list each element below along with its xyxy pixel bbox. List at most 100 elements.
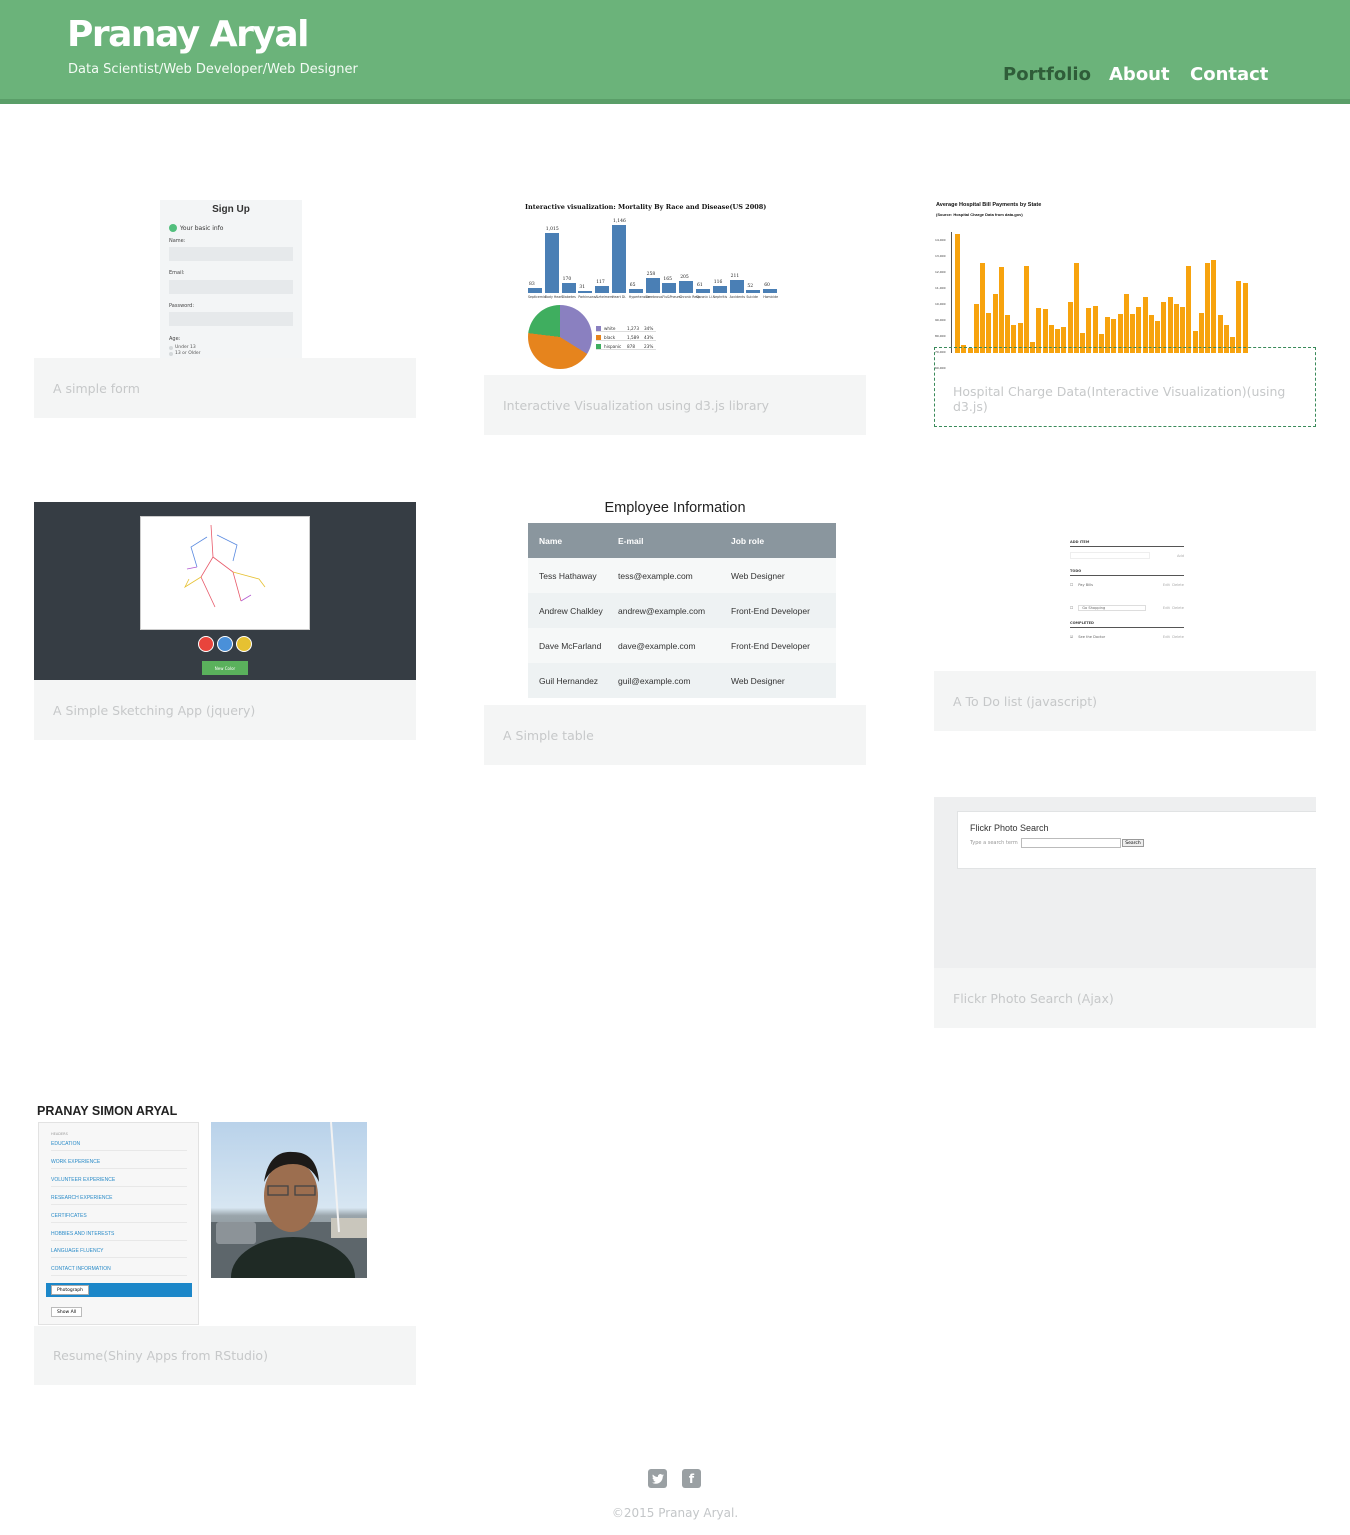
hospital-bar[interactable] <box>1173 303 1179 353</box>
edit-button[interactable]: Edit <box>1163 635 1170 639</box>
mortality-bar[interactable] <box>729 280 744 293</box>
portfolio-card-sketch[interactable]: New Color A Simple Sketching App (jquery… <box>34 502 416 740</box>
mortality-bar[interactable] <box>696 289 710 293</box>
resume-link-certificates[interactable]: CERTIFICATES <box>51 1213 187 1223</box>
hospital-bar[interactable] <box>1092 305 1098 353</box>
mortality-value-label: 60 <box>764 283 770 289</box>
age-radio-13plus[interactable]: 13 or Older <box>169 351 200 356</box>
add-item-row: Add <box>1070 550 1184 561</box>
hospital-bar[interactable] <box>1242 283 1248 353</box>
portfolio-card-mortality[interactable]: Interactive visualization: Mortality By … <box>484 200 866 435</box>
age-label: Age: <box>169 336 181 342</box>
mortality-bar[interactable] <box>662 283 677 293</box>
card-caption[interactable]: A Simple table <box>484 705 866 765</box>
portfolio-card-flickr[interactable]: Flickr Photo Search Type a search term S… <box>934 797 1316 1028</box>
hospital-bar[interactable] <box>980 263 985 353</box>
resume-link-volunteer[interactable]: VOLUNTEER EXPERIENCE <box>51 1177 187 1187</box>
delete-button[interactable]: Delete <box>1172 606 1184 610</box>
facebook-icon[interactable]: f <box>682 1469 701 1488</box>
photograph-select[interactable]: Photograph <box>46 1283 192 1297</box>
mortality-bar[interactable] <box>578 291 593 293</box>
sketch-canvas[interactable] <box>140 516 310 630</box>
resume-link-research[interactable]: RESEARCH EXPERIENCE <box>51 1195 187 1205</box>
list-item: ☑ See the Doctor Edit Delete <box>1070 634 1184 639</box>
twitter-icon[interactable] <box>648 1469 667 1488</box>
mortality-bar[interactable] <box>628 289 643 293</box>
mortality-bar[interactable] <box>528 288 542 293</box>
resume-link-hobbies[interactable]: HOBBIES AND INTERESTS <box>51 1231 187 1241</box>
site-title[interactable]: Pranay Aryal <box>67 14 309 55</box>
portfolio-card-form[interactable]: Sign Up Your basic info Name: Email: Pas… <box>34 200 416 418</box>
yellow-color-swatch[interactable] <box>236 636 252 652</box>
card-caption[interactable]: Hospital Charge Data(Interactive Visuali… <box>934 370 1316 427</box>
portfolio-card-hospital[interactable]: Average Hospital Bill Payments by State … <box>934 200 1316 427</box>
table-row: Guil Hernandez guil@example.com Web Desi… <box>528 663 836 698</box>
hospital-subtitle: (Source: Hospital Charge Data from data.… <box>936 212 1023 217</box>
card-caption[interactable]: Resume(Shiny Apps from RStudio) <box>34 1326 416 1385</box>
portfolio-card-table[interactable]: Employee Information Name E-mail Job rol… <box>484 500 866 765</box>
email-field[interactable] <box>169 280 293 294</box>
mortality-value-label: 170 <box>562 276 572 282</box>
age-radio-under13[interactable]: Under 13 <box>169 345 196 350</box>
hospital-bar[interactable] <box>1167 296 1173 353</box>
todo-heading: TODO <box>1070 569 1184 576</box>
flickr-search-button[interactable]: Search <box>1122 839 1144 847</box>
hospital-bar[interactable] <box>973 303 979 353</box>
hospital-bar[interactable] <box>1073 263 1079 353</box>
resume-link-education[interactable]: EDUCATION <box>51 1141 187 1151</box>
photograph-option[interactable]: Photograph <box>51 1285 90 1295</box>
hospital-bar[interactable] <box>1205 263 1210 353</box>
mortality-bar[interactable] <box>645 277 660 293</box>
card-caption[interactable]: A simple form <box>34 358 416 418</box>
portfolio-card-todo[interactable]: ADD ITEM Add TODO ☐ Pay Bills Edit Delete … <box>934 502 1316 731</box>
resume-link-work[interactable]: WORK EXPERIENCE <box>51 1159 187 1169</box>
card-caption[interactable]: Flickr Photo Search (Ajax) <box>934 968 1316 1028</box>
hospital-bar[interactable] <box>955 234 960 353</box>
password-field[interactable] <box>169 312 293 326</box>
hospital-bar[interactable] <box>1023 266 1029 353</box>
mortality-bar[interactable] <box>612 225 626 293</box>
delete-button[interactable]: Delete <box>1172 635 1184 639</box>
show-all-button[interactable]: Show All <box>51 1307 83 1317</box>
hospital-bar[interactable] <box>1067 301 1073 353</box>
card-caption[interactable]: A Simple Sketching App (jquery) <box>34 680 416 740</box>
hospital-bar[interactable] <box>1142 296 1148 353</box>
hospital-bar[interactable] <box>1123 293 1129 353</box>
new-color-button[interactable]: New Color <box>202 661 248 675</box>
blue-color-swatch[interactable] <box>217 636 233 652</box>
resume-link-language[interactable]: LANGUAGE FLUENCY <box>51 1248 187 1258</box>
edit-button[interactable]: Edit <box>1163 606 1170 610</box>
mortality-bar[interactable] <box>595 286 610 293</box>
mortality-bar[interactable] <box>561 282 576 293</box>
name-field[interactable] <box>169 247 293 261</box>
add-item-input[interactable] <box>1070 552 1150 559</box>
mortality-bar[interactable] <box>763 289 778 293</box>
hospital-bar[interactable] <box>1186 266 1192 353</box>
mortality-bar[interactable] <box>544 232 559 293</box>
hospital-bar[interactable] <box>992 293 998 353</box>
table-title: Employee Information <box>604 500 746 516</box>
signup-step: Your basic info <box>169 224 223 232</box>
card-caption[interactable]: A To Do list (javascript) <box>934 671 1316 731</box>
headers-label: HEADERS <box>51 1132 68 1136</box>
hospital-bar[interactable] <box>1211 260 1217 353</box>
red-color-swatch[interactable] <box>198 636 214 652</box>
nav-contact[interactable]: Contact <box>1190 64 1268 85</box>
delete-button[interactable]: Delete <box>1172 583 1184 587</box>
nav-portfolio[interactable]: Portfolio <box>1003 64 1091 85</box>
card-caption[interactable]: Interactive Visualization using d3.js li… <box>484 375 866 435</box>
hospital-bar[interactable] <box>998 267 1004 353</box>
mortality-bar[interactable] <box>712 286 727 293</box>
hospital-bar[interactable] <box>1236 281 1242 353</box>
nav-about[interactable]: About <box>1109 64 1170 85</box>
mortality-bar[interactable] <box>746 289 761 293</box>
mortality-category-label: Chronic Li. <box>696 295 713 299</box>
mortality-category-label: Nephritis <box>712 295 728 299</box>
hospital-bar[interactable] <box>1161 301 1167 353</box>
resume-link-contact[interactable]: CONTACT INFORMATION <box>51 1266 187 1276</box>
add-button[interactable]: Add <box>1177 554 1184 558</box>
edit-button[interactable]: Edit <box>1163 583 1170 587</box>
portfolio-card-resume[interactable]: PRANAY SIMON ARYAL HEADERS EDUCATION WOR… <box>34 1100 416 1385</box>
mortality-bar[interactable] <box>679 280 694 293</box>
flickr-search-input[interactable] <box>1021 838 1121 848</box>
